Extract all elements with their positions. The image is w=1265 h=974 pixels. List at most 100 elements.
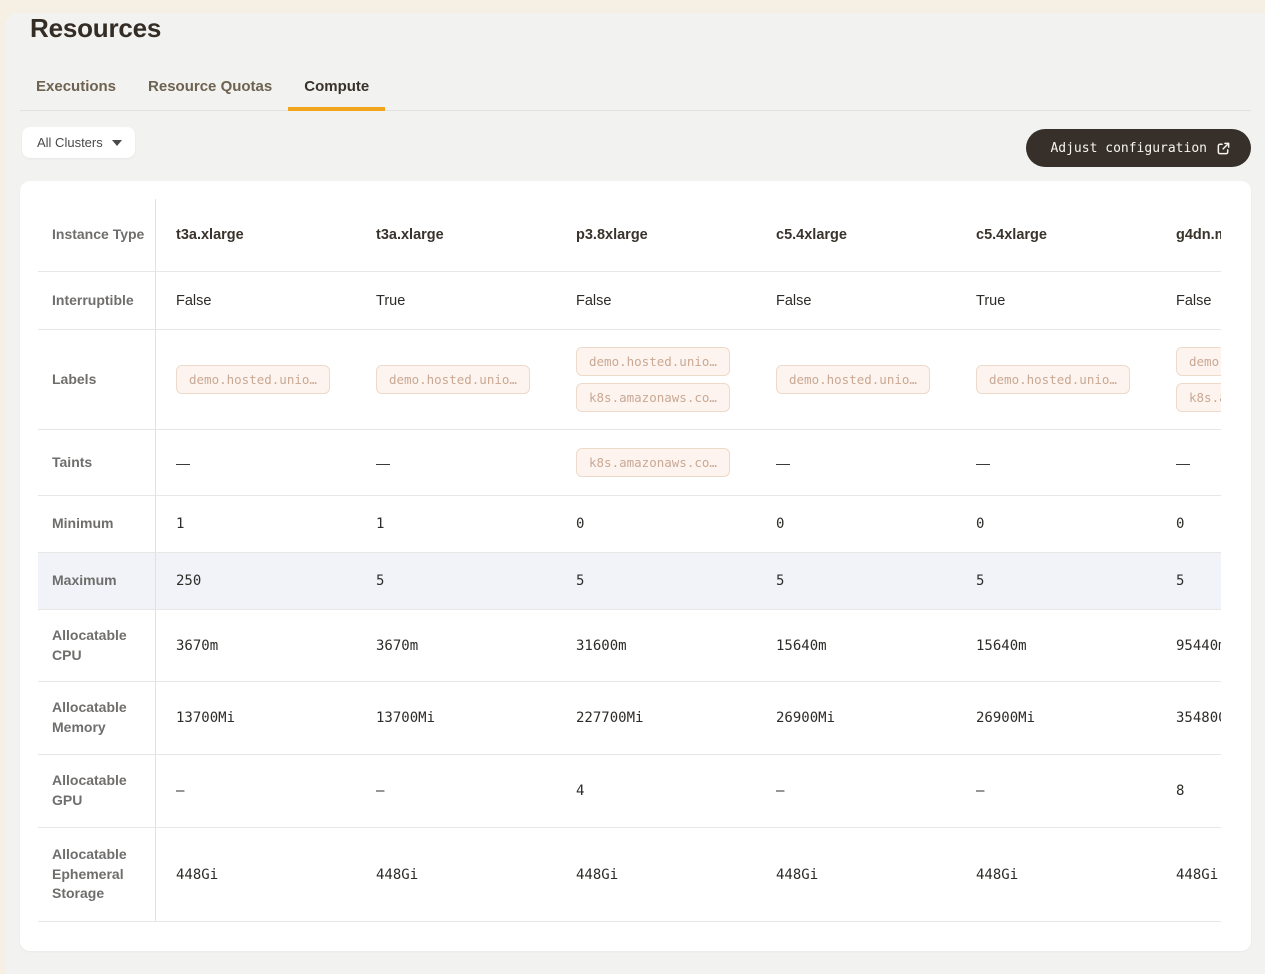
table-cell: — <box>356 783 556 799</box>
table-cell: 8 <box>1156 783 1221 799</box>
table-cell: 1 <box>156 516 356 532</box>
table-cell: 5 <box>356 573 556 589</box>
table-cell: — <box>756 430 956 495</box>
table-row-allocatable-ephemeral-storage: Allocatable Ephemeral Storage 448Gi 448G… <box>38 828 1221 922</box>
tab-executions[interactable]: Executions <box>20 78 132 111</box>
table-cell: — <box>956 430 1156 495</box>
row-label: Allocatable GPU <box>38 755 156 827</box>
page-title: Resources <box>30 13 1251 44</box>
empty-value: — <box>176 455 190 471</box>
table-cell: — <box>156 783 356 799</box>
table-row-minimum: Minimum 1 1 0 0 0 0 <box>38 496 1221 553</box>
instance-type-header: c5.4xlarge <box>756 227 956 243</box>
table-cell: demo.hosted.unio… <box>156 330 356 429</box>
table-cell: 13700Mi <box>356 710 556 726</box>
table-cell: 0 <box>956 516 1156 532</box>
table-cell: 0 <box>556 516 756 532</box>
table-scroll-area[interactable]: Instance Type t3a.xlarge t3a.xlarge p3.8… <box>38 199 1221 922</box>
table-cell: 0 <box>756 516 956 532</box>
label-chip: demo.hosted.unio… <box>776 365 930 394</box>
table-cell: — <box>756 783 956 799</box>
table-cell: 5 <box>1156 573 1221 589</box>
cluster-filter-value: All Clusters <box>37 135 103 150</box>
row-label: Interruptible <box>38 272 156 329</box>
table-cell: False <box>756 293 956 309</box>
empty-value: — <box>376 455 390 471</box>
table-cell: — <box>356 430 556 495</box>
table-row-allocatable-cpu: Allocatable CPU 3670m 3670m 31600m 15640… <box>38 610 1221 682</box>
label-chip: demo.hosted.unio… <box>376 365 530 394</box>
table-row-interruptible: Interruptible False True False False Tru… <box>38 272 1221 330</box>
tab-resource-quotas[interactable]: Resource Quotas <box>132 78 288 111</box>
table-cell: 15640m <box>756 638 956 654</box>
table-cell: 5 <box>756 573 956 589</box>
label-chip: demo.hosted.unio… <box>176 365 330 394</box>
chevron-down-icon <box>112 140 122 146</box>
table-cell: 448Gi <box>156 867 356 883</box>
row-label: Minimum <box>38 496 156 552</box>
table-cell: 448Gi <box>356 867 556 883</box>
table-cell: k8s.amazonaws.co… <box>556 430 756 495</box>
table-cell: False <box>1156 293 1221 309</box>
empty-value: — <box>976 455 990 471</box>
label-chip: demo.hosted.unio… <box>1176 347 1221 376</box>
table-cell: 3670m <box>356 638 556 654</box>
table-cell: demo.hosted.unio… <box>356 330 556 429</box>
table-cell: 448Gi <box>1156 867 1221 883</box>
label-chip: k8s.amazonaws.co… <box>576 448 730 477</box>
table-cell: demo.hosted.unio… k8s.amazonaws.co… <box>1156 330 1221 429</box>
instance-comparison-table: Instance Type t3a.xlarge t3a.xlarge p3.8… <box>38 199 1221 922</box>
table-row-allocatable-memory: Allocatable Memory 13700Mi 13700Mi 22770… <box>38 682 1221 755</box>
compute-table-card: Instance Type t3a.xlarge t3a.xlarge p3.8… <box>20 181 1251 951</box>
table-cell: 448Gi <box>956 867 1156 883</box>
table-cell: True <box>956 293 1156 309</box>
cluster-filter-dropdown[interactable]: All Clusters <box>22 127 135 158</box>
controls-row: All Clusters Adjust configuration <box>20 127 1251 167</box>
instance-type-header: c5.4xlarge <box>956 227 1156 243</box>
row-label: Taints <box>38 430 156 495</box>
table-row-instance-type: Instance Type t3a.xlarge t3a.xlarge p3.8… <box>38 199 1221 272</box>
table-cell: False <box>156 293 356 309</box>
adjust-configuration-button[interactable]: Adjust configuration <box>1026 129 1251 167</box>
row-label: Instance Type <box>38 199 156 271</box>
row-label: Allocatable Ephemeral Storage <box>38 828 156 921</box>
label-chip: demo.hosted.unio… <box>576 347 730 376</box>
table-cell: 5 <box>556 573 756 589</box>
row-label: Labels <box>38 330 156 429</box>
table-row-maximum: Maximum 250 5 5 5 5 5 <box>38 553 1221 610</box>
table-cell: 354800Mi <box>1156 710 1221 726</box>
table-cell: 4 <box>556 783 756 799</box>
label-chip: k8s.amazonaws.co… <box>1176 383 1221 412</box>
table-cell: 3670m <box>156 638 356 654</box>
table-cell: 0 <box>1156 516 1221 532</box>
table-row-labels: Labels demo.hosted.unio… demo.hosted.uni… <box>38 330 1221 430</box>
resources-page: Resources Executions Resource Quotas Com… <box>6 13 1265 974</box>
table-cell: 13700Mi <box>156 710 356 726</box>
table-cell: False <box>556 293 756 309</box>
table-cell: demo.hosted.unio… <box>756 330 956 429</box>
row-label: Allocatable Memory <box>38 682 156 754</box>
label-chip: demo.hosted.unio… <box>976 365 1130 394</box>
row-label: Allocatable CPU <box>38 610 156 681</box>
table-row-taints: Taints — — k8s.amazonaws.co… — — — <box>38 430 1221 496</box>
table-cell: — <box>156 430 356 495</box>
tab-compute[interactable]: Compute <box>288 78 385 111</box>
table-cell: 448Gi <box>556 867 756 883</box>
tab-bar: Executions Resource Quotas Compute <box>20 78 1251 111</box>
instance-type-header: p3.8xlarge <box>556 227 756 243</box>
table-cell: demo.hosted.unio…k8s.amazonaws.co… <box>556 330 756 429</box>
empty-value: — <box>776 455 790 471</box>
instance-type-header: t3a.xlarge <box>356 227 556 243</box>
table-cell: 26900Mi <box>956 710 1156 726</box>
instance-type-header: t3a.xlarge <box>156 227 356 243</box>
table-cell: 31600m <box>556 638 756 654</box>
table-cell: 250 <box>156 573 356 589</box>
table-cell: 26900Mi <box>756 710 956 726</box>
instance-type-header: g4dn.metal <box>1156 227 1221 243</box>
table-cell: 5 <box>956 573 1156 589</box>
table-cell: 15640m <box>956 638 1156 654</box>
external-link-icon <box>1216 141 1231 156</box>
table-cell: 227700Mi <box>556 710 756 726</box>
table-cell: 1 <box>356 516 556 532</box>
table-cell: 95440m <box>1156 638 1221 654</box>
